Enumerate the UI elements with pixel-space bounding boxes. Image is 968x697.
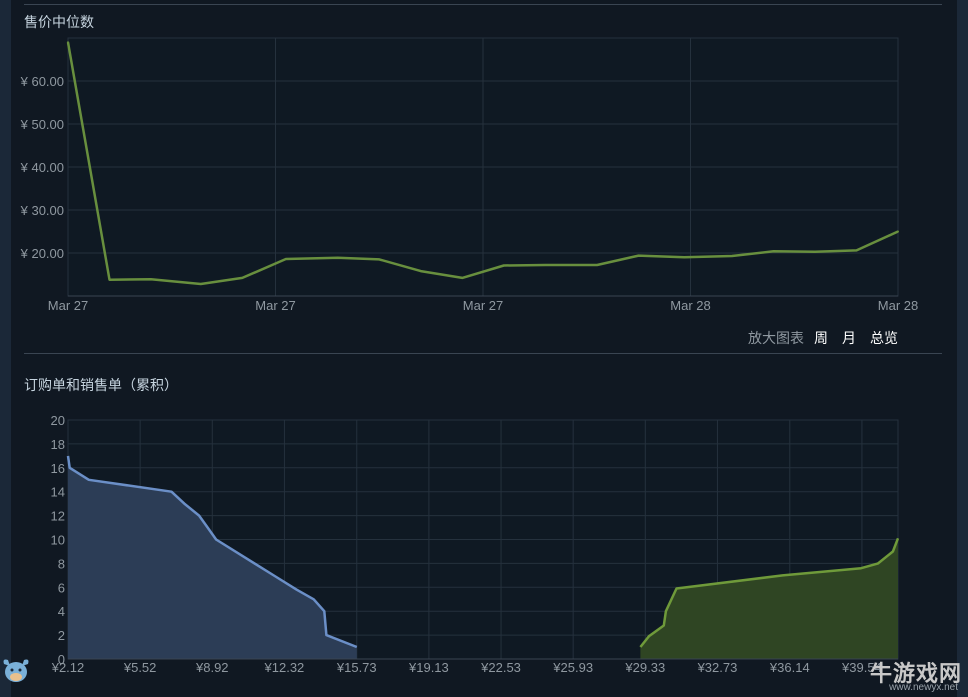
x-tick-label: ¥36.14 [769, 660, 810, 675]
y-tick-label: 8 [58, 556, 65, 571]
y-tick-label: 20 [51, 413, 65, 428]
x-tick-label: ¥19.13 [408, 660, 449, 675]
x-tick-label: ¥25.93 [552, 660, 593, 675]
x-tick-label: ¥2.12 [51, 660, 85, 675]
y-tick-label: 2 [58, 628, 65, 643]
x-tick-label: ¥8.92 [195, 660, 229, 675]
y-tick-label: 14 [51, 485, 65, 500]
bull-logo-icon [3, 659, 29, 682]
x-tick-label: ¥5.52 [123, 660, 157, 675]
y-tick-label: 10 [51, 533, 65, 548]
x-tick-label: ¥22.53 [480, 660, 521, 675]
x-tick-label: ¥29.33 [624, 660, 665, 675]
y-tick-label: 16 [51, 461, 65, 476]
order-book-chart[interactable]: 02468101214161820¥2.12 ¥5.52 ¥8.92 ¥12.32 ¥1… [0, 0, 968, 697]
y-tick-label: 4 [58, 604, 65, 619]
y-tick-label: 6 [58, 580, 65, 595]
x-tick-label: ¥32.73 [697, 660, 738, 675]
x-tick-label: ¥15.73 [336, 660, 377, 675]
x-tick-label: ¥12.32 [264, 660, 305, 675]
y-tick-label: 18 [51, 437, 65, 452]
y-tick-label: 12 [51, 509, 65, 524]
watermark-url: www.newyx.net [889, 682, 958, 693]
